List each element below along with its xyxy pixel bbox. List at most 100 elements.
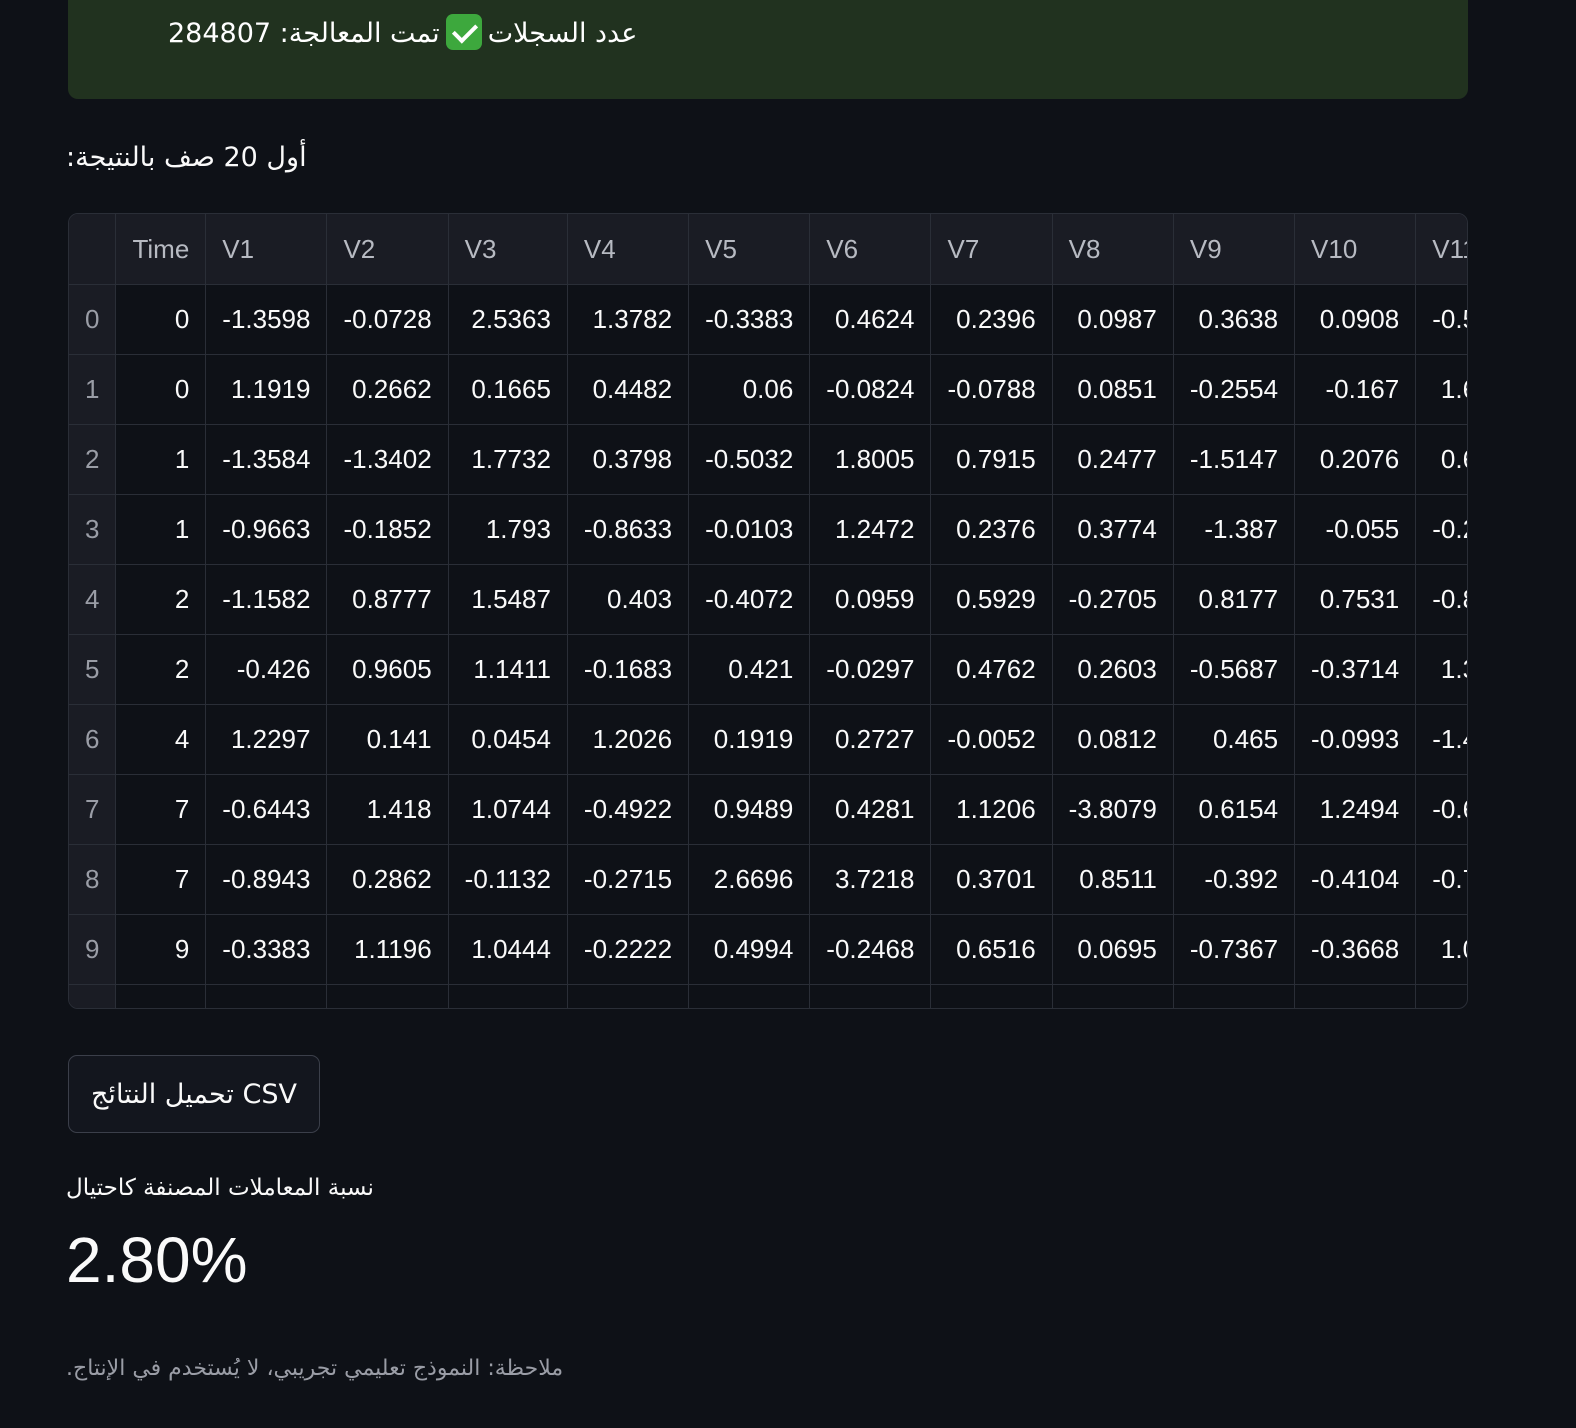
table-cell[interactable]: -0.1683 — [567, 634, 690, 705]
table-row[interactable]: 8 7 -0.8943 0.2862 -0.1132 -0.2715 2.6696 3.721… — [69, 844, 1467, 915]
table-cell[interactable]: -0.3383 — [688, 284, 811, 355]
table-cell[interactable]: 0.0959 — [809, 564, 932, 635]
table-cell[interactable]: 2 — [115, 564, 207, 635]
table-cell[interactable]: 1.1196 — [326, 914, 449, 985]
table-cell[interactable]: -0.055 — [1294, 494, 1417, 565]
table-cell[interactable]: -0.3668 — [1294, 914, 1417, 985]
table-cell[interactable]: 0.0908 — [1294, 284, 1417, 355]
table-row[interactable]: 5 2 -0.426 0.9605 1.1411 -0.1683 0.421 -0.0297 0… — [69, 634, 1467, 705]
results-dataframe[interactable]: TimeV1V2V3V4V5V6V7V8V9V10V11 00-1.3598-0… — [68, 213, 1468, 1009]
table-cell[interactable]: 0.0454 — [448, 704, 568, 775]
table-row[interactable]: 9 9 -0.3383 1.1196 1.0444 -0.2222 0.4994 -0.246… — [69, 914, 1467, 985]
table-cell[interactable]: -0.2222 — [567, 914, 690, 985]
table-cell[interactable]: 1.0744 — [448, 774, 568, 845]
table-cell[interactable]: -0.8943 — [205, 844, 328, 915]
table-cell[interactable]: 0.3798 — [567, 424, 690, 495]
table-cell[interactable]: -0.0788 — [930, 354, 1053, 425]
table-cell[interactable]: -0.0297 — [809, 634, 932, 705]
table-cell[interactable]: -0.5032 — [688, 424, 811, 495]
column-header[interactable]: V8 — [1052, 214, 1174, 285]
column-header[interactable]: Time — [115, 214, 207, 285]
table-cell[interactable]: -0.426 — [205, 634, 328, 705]
table-cell[interactable]: 0.2603 — [1052, 634, 1174, 705]
table-cell[interactable]: 3.7218 — [809, 844, 932, 915]
table-cell[interactable]: -0.7051 — [1415, 844, 1467, 915]
table-cell[interactable]: -0.2468 — [809, 914, 932, 985]
column-header[interactable]: V3 — [448, 214, 568, 285]
table-cell[interactable]: -0.0052 — [930, 704, 1053, 775]
table-cell[interactable]: 0.2396 — [930, 284, 1053, 355]
table-cell[interactable]: 1.2472 — [809, 494, 932, 565]
table-cell[interactable]: -0.2715 — [567, 844, 690, 915]
table-cell[interactable]: -1.4169 — [1415, 704, 1467, 775]
table-row[interactable]: 6 4 1.2297 0.141 0.0454 1.2026 0.1919 0.2727 -0.… — [69, 704, 1467, 775]
table-cell[interactable]: -1.3598 — [205, 284, 328, 355]
column-header[interactable]: V11 — [1415, 214, 1467, 285]
table-cell[interactable]: 1.5487 — [448, 564, 568, 635]
table-cell[interactable]: 0.465 — [1173, 704, 1296, 775]
table-cell[interactable]: 1.6127 — [1415, 354, 1467, 425]
table-cell[interactable]: 0.6245 — [1415, 424, 1467, 495]
table-cell[interactable]: 0.0695 — [1052, 914, 1174, 985]
table-cell[interactable]: -0.2265 — [1415, 494, 1467, 565]
table-row[interactable]: 0 0 -1.3598 -0.0728 2.5363 1.3782 -0.3383 0.462… — [69, 284, 1467, 355]
table-cell[interactable]: 1.0444 — [448, 914, 568, 985]
column-header[interactable]: V5 — [688, 214, 811, 285]
table-cell[interactable]: 0 — [115, 284, 207, 355]
table-cell[interactable]: 1.2494 — [1294, 774, 1417, 845]
table-cell[interactable]: -0.4104 — [1294, 844, 1417, 915]
table-cell[interactable]: -0.5687 — [1173, 634, 1296, 705]
table-cell[interactable]: 0.2727 — [809, 704, 932, 775]
table-cell[interactable]: -0.0728 — [326, 284, 449, 355]
table-cell[interactable]: 2.5363 — [448, 284, 568, 355]
table-cell[interactable]: -0.8228 — [1415, 564, 1467, 635]
table-row[interactable]: 3 1 -0.9663 -0.1852 1.793 -0.8633 -0.0103 1.247… — [69, 494, 1467, 565]
table-cell[interactable]: 1 — [115, 494, 207, 565]
table-cell[interactable]: 0 — [115, 354, 207, 425]
table-cell[interactable]: 0.4482 — [567, 354, 690, 425]
table-cell[interactable]: -0.6443 — [205, 774, 328, 845]
table-cell[interactable]: 0.4994 — [688, 914, 811, 985]
table-cell[interactable]: -0.6195 — [1415, 774, 1467, 845]
table-cell[interactable]: 0.7531 — [1294, 564, 1417, 635]
table-cell[interactable]: 1.2297 — [205, 704, 328, 775]
table-cell[interactable]: -0.0824 — [809, 354, 932, 425]
table-cell[interactable]: 1.418 — [326, 774, 449, 845]
table-row[interactable]: 2 1 -1.3584 -1.3402 1.7732 0.3798 -0.5032 1.800… — [69, 424, 1467, 495]
table-cell[interactable]: -0.4072 — [688, 564, 811, 635]
column-header[interactable]: V1 — [205, 214, 328, 285]
column-header[interactable]: V2 — [326, 214, 449, 285]
column-header[interactable]: V4 — [567, 214, 690, 285]
table-cell[interactable]: 0.06 — [688, 354, 811, 425]
column-header[interactable]: V6 — [809, 214, 932, 285]
table-cell[interactable]: 4 — [115, 704, 207, 775]
table-cell[interactable]: 0.2477 — [1052, 424, 1174, 495]
table-cell[interactable]: -1.5147 — [1173, 424, 1296, 495]
table-cell[interactable]: -0.0993 — [1294, 704, 1417, 775]
table-cell[interactable]: 1.7732 — [448, 424, 568, 495]
table-cell[interactable]: 1.2026 — [567, 704, 690, 775]
table-cell[interactable]: 0.141 — [326, 704, 449, 775]
column-header[interactable]: V7 — [930, 214, 1053, 285]
table-cell[interactable]: 0.3701 — [930, 844, 1053, 915]
table-cell[interactable]: 0.421 — [688, 634, 811, 705]
table-cell[interactable]: 1.793 — [448, 494, 568, 565]
table-cell[interactable]: -0.0103 — [688, 494, 811, 565]
table-cell[interactable]: 9 — [115, 914, 207, 985]
table-cell[interactable]: 1.3782 — [567, 284, 690, 355]
table-cell[interactable]: -0.5516 — [1415, 284, 1467, 355]
table-cell[interactable]: 0.8177 — [1173, 564, 1296, 635]
table-cell[interactable]: 0.2662 — [326, 354, 449, 425]
table-cell[interactable]: -0.1852 — [326, 494, 449, 565]
table-cell[interactable]: 1.3413 — [1415, 634, 1467, 705]
table-cell[interactable]: -0.2554 — [1173, 354, 1296, 425]
table-cell[interactable]: 1.1919 — [205, 354, 328, 425]
column-header[interactable]: V9 — [1173, 214, 1296, 285]
table-row[interactable]: 4 2 -1.1582 0.8777 1.5487 0.403 -0.4072 0.0959 0… — [69, 564, 1467, 635]
table-row[interactable]: 7 7 -0.6443 1.418 1.0744 -0.4922 0.9489 0.4281 1… — [69, 774, 1467, 845]
table-cell[interactable]: 1.8005 — [809, 424, 932, 495]
table-cell[interactable]: 7 — [115, 844, 207, 915]
table-cell[interactable]: -0.3383 — [205, 914, 328, 985]
table-cell[interactable]: 0.2376 — [930, 494, 1053, 565]
table-cell[interactable]: 0.7915 — [930, 424, 1053, 495]
